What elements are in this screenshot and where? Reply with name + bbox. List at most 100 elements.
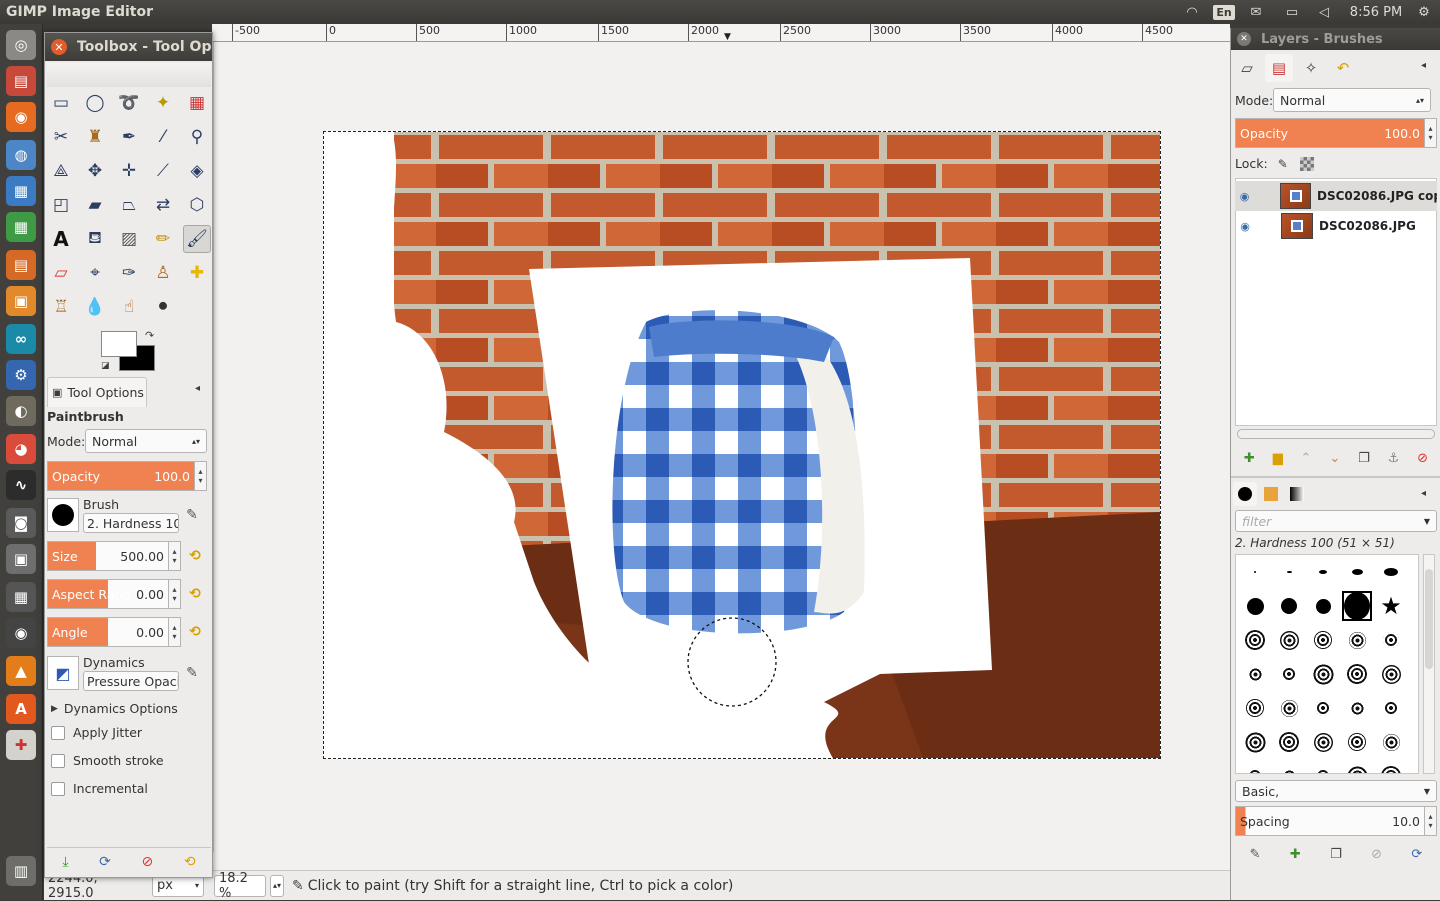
gimp-icon[interactable]: ◐ [6, 396, 36, 426]
brush-thumb[interactable] [1274, 693, 1304, 723]
tab-paths[interactable]: ✧ [1297, 54, 1325, 82]
reset-size-icon[interactable]: ⟲ [185, 546, 205, 566]
lower-layer-icon[interactable]: ⌄ [1329, 451, 1340, 466]
delete-options-icon[interactable]: ⊘ [142, 854, 154, 870]
brush-grid[interactable]: ★ [1235, 554, 1419, 774]
settings-icon[interactable]: ⚙ [6, 360, 36, 390]
opacity-spinner[interactable]: ▴ ▾ [195, 461, 207, 491]
close-icon[interactable]: ✕ [51, 39, 67, 55]
paths-icon[interactable]: ✒ [115, 123, 143, 151]
visibility-eye-icon[interactable]: ◉ [1235, 190, 1254, 203]
size-spinner[interactable]: ▴ ▾ [169, 541, 181, 571]
app-store-icon[interactable]: A [6, 694, 36, 724]
battery-icon[interactable]: ▭ [1278, 0, 1306, 24]
raise-layer-icon[interactable]: ⌃ [1301, 451, 1312, 466]
dynamics-preview[interactable]: ◩ [47, 656, 79, 690]
image-canvas[interactable] [323, 131, 1161, 759]
new-brush-icon[interactable]: ✚ [1290, 847, 1301, 862]
crop-icon[interactable]: ⟋ [149, 157, 177, 185]
fuzzy-select-icon[interactable]: ✦ [149, 89, 177, 117]
opacity-slider[interactable]: Opacity 100.0 [47, 461, 195, 491]
brush-thumb[interactable] [1308, 727, 1338, 757]
brush-thumb[interactable] [1240, 761, 1270, 773]
layer-opacity-spinner[interactable]: ▴ ▾ [1425, 118, 1437, 148]
brush-preview[interactable] [47, 498, 79, 532]
toolbox-titlebar[interactable]: ✕ Toolbox - Tool Op [45, 33, 212, 61]
rotate-icon[interactable]: ◈ [183, 157, 211, 185]
clock[interactable]: 8:56 PM [1344, 0, 1408, 24]
brush-thumb[interactable] [1308, 591, 1338, 621]
files-icon[interactable]: ▤ [6, 66, 36, 96]
layers-scrollbar[interactable] [1237, 429, 1435, 439]
incremental-row[interactable]: Incremental [51, 781, 148, 796]
brush-thumb[interactable] [1274, 761, 1304, 773]
edit-brush-icon[interactable]: ✎ [182, 505, 202, 525]
dynamics-field[interactable]: Pressure Opacity [83, 671, 179, 691]
webcam-icon[interactable]: ◉ [6, 618, 36, 648]
default-colors-icon[interactable]: ◪ [101, 361, 110, 371]
flip-icon[interactable]: ⇄ [149, 191, 177, 219]
airbrush-icon[interactable]: ⌖ [81, 259, 109, 287]
smooth-stroke-checkbox[interactable] [51, 753, 65, 768]
paintbrush-tool-icon[interactable]: 🖌 [183, 225, 211, 253]
dock-close-icon[interactable]: ✕ [1237, 32, 1251, 46]
horizontal-ruler[interactable]: -500 0 500 1000 1500 2000 2500 3000 3500… [212, 24, 1230, 42]
lock-alpha-icon[interactable] [1299, 156, 1314, 171]
system-monitor-icon[interactable]: ∿ [6, 470, 36, 500]
edit-dynamics-icon[interactable]: ✎ [182, 663, 202, 683]
brush-thumb[interactable] [1308, 625, 1338, 655]
brush-name-field[interactable]: 2. Hardness 100 [83, 513, 179, 533]
size-slider[interactable]: Size 500.00 [47, 541, 169, 571]
brush-thumb[interactable] [1342, 761, 1372, 773]
rect-select-icon[interactable]: ▭ [47, 89, 75, 117]
camera-icon[interactable]: ◙ [6, 508, 36, 538]
brush-thumb[interactable] [1342, 557, 1372, 587]
cage-transform-icon[interactable]: ⬡ [183, 191, 211, 219]
new-layer-icon[interactable]: ✚ [1244, 451, 1255, 466]
brush-thumb[interactable] [1376, 557, 1406, 587]
apply-jitter-checkbox[interactable] [51, 725, 65, 740]
calculator-icon[interactable]: ▦ [6, 582, 36, 612]
reset-options-icon[interactable]: ⟲ [184, 854, 196, 870]
tab-menu-icon[interactable]: ◂ [195, 383, 200, 394]
brush-thumb[interactable] [1274, 659, 1304, 689]
brush-thumb[interactable] [1376, 625, 1406, 655]
brush-thumb[interactable] [1376, 693, 1406, 723]
heal-icon[interactable]: ✚ [183, 259, 211, 287]
clone-icon[interactable]: ♙ [149, 259, 177, 287]
angle-slider[interactable]: Angle 0.00 [47, 617, 169, 647]
calc-icon[interactable]: ▦ [6, 212, 36, 242]
pencil-icon[interactable]: ✏ [149, 225, 177, 253]
trash-icon[interactable]: ▥ [6, 856, 36, 886]
brush-thumb[interactable] [1308, 557, 1338, 587]
smooth-stroke-row[interactable]: Smooth stroke [51, 753, 164, 768]
brush-thumb[interactable] [1240, 727, 1270, 757]
chrome-icon[interactable]: ◕ [6, 434, 36, 464]
zoom-stepper[interactable]: ▴▾ [270, 874, 284, 897]
perspective-clone-icon[interactable]: ♖ [47, 293, 75, 321]
duplicate-brush-icon[interactable]: ❐ [1330, 847, 1342, 862]
brushes-tab-menu-icon[interactable]: ◂ [1421, 488, 1426, 499]
software-center-icon[interactable]: ▣ [6, 286, 36, 316]
mail-icon[interactable]: ✉ [1244, 0, 1268, 24]
layer-row[interactable]: ◉ DSC02086.JPG [1235, 211, 1437, 241]
spacing-spinner[interactable]: ▴ ▾ [1425, 806, 1437, 836]
zoom-field[interactable]: 18.2 % [214, 871, 266, 901]
brush-thumb[interactable] [1274, 625, 1304, 655]
dock-titlebar[interactable]: ✕ Layers - Brushes [1231, 28, 1440, 50]
gear-icon[interactable]: ⚙ [1412, 0, 1436, 24]
scissors-icon[interactable]: ✂ [47, 123, 75, 151]
brush-thumb[interactable] [1376, 659, 1406, 689]
dodge-burn-icon[interactable]: ⚫ [149, 293, 177, 321]
blur-icon[interactable]: 💧 [81, 293, 109, 321]
brush-filter-input[interactable]: filter ▼ [1235, 510, 1437, 532]
text-tool-icon[interactable]: A [47, 225, 75, 253]
delete-layer-icon[interactable]: ⊘ [1417, 451, 1428, 466]
brush-scrollbar[interactable] [1423, 554, 1435, 774]
brush-thumb[interactable] [1376, 761, 1406, 773]
color-picker-icon[interactable]: ⁄ [149, 123, 177, 151]
scale-icon[interactable]: ◰ [47, 191, 75, 219]
tab-gradients[interactable] [1285, 482, 1309, 506]
move-icon[interactable]: ✥ [81, 157, 109, 185]
dynamics-options-expander[interactable]: ▶ Dynamics Options [47, 701, 178, 716]
